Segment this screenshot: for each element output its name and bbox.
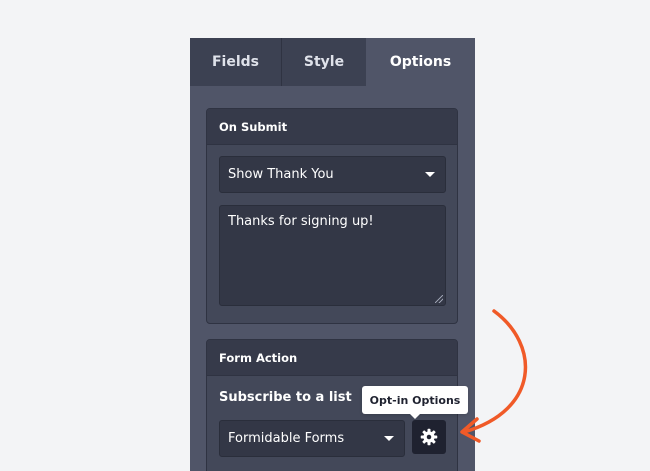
- annotation-arrow-icon: [460, 309, 528, 443]
